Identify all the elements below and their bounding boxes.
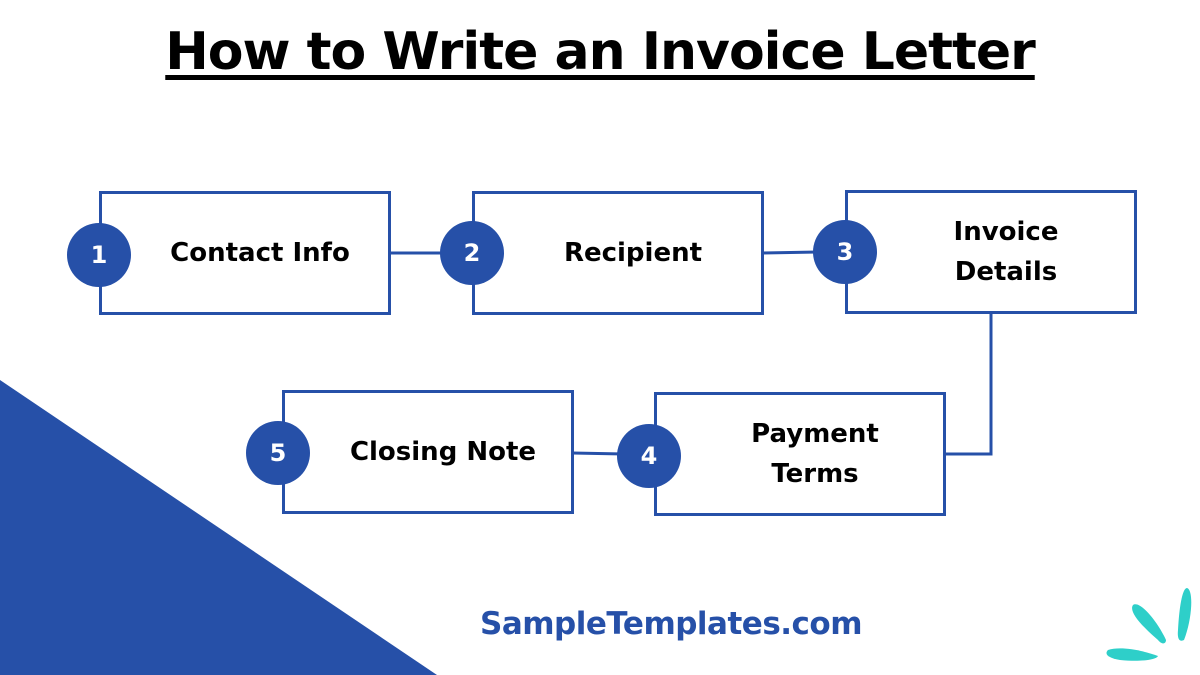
step-number-badge: 3 xyxy=(813,220,877,284)
page-title: How to Write an Invoice Letter xyxy=(165,22,1035,82)
step-box-invoice-details: Invoice Details xyxy=(845,190,1137,314)
connector-lines xyxy=(390,250,993,456)
step-label: Invoice Details xyxy=(953,217,1059,287)
step-label: Payment Terms xyxy=(751,419,879,489)
step-number-badge: 1 xyxy=(67,223,131,287)
step-number-badge: 5 xyxy=(246,421,310,485)
brand-name: SampleTemplates.com xyxy=(480,606,863,642)
step-number-badge: 4 xyxy=(617,424,681,488)
step-box-payment-terms: Payment Terms xyxy=(654,392,946,516)
step-number-badge: 2 xyxy=(440,221,504,285)
connector-3-4 xyxy=(945,312,993,456)
step-box-recipient: Recipient xyxy=(472,191,764,315)
step-label: Recipient xyxy=(563,238,703,268)
step-label: Closing Note xyxy=(349,437,537,467)
step-box-contact-info: Contact Info xyxy=(99,191,391,315)
connector-2-3 xyxy=(762,250,819,255)
step-box-closing-note: Closing Note xyxy=(282,390,574,514)
step-label: Contact Info xyxy=(170,238,350,268)
brand-logo-icon xyxy=(1106,588,1192,661)
